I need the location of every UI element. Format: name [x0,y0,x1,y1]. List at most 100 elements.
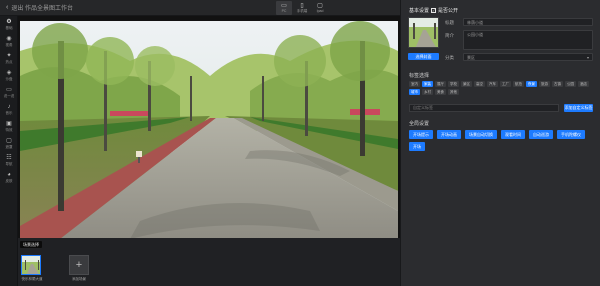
global-settings-title: 全局设置 [409,121,430,127]
share-label: 是否公开 [438,8,459,14]
select-cover-button[interactable]: 选择封面 [408,53,439,60]
square-icon: ▢ [6,137,12,144]
name-label: 标题 [445,20,454,25]
nav-label: 热点 [5,59,13,64]
add-scene-button[interactable]: + [69,255,89,275]
global-setting-button[interactable]: 观看时间 [501,130,525,139]
name-input[interactable]: 林荫小道 [463,18,593,26]
category-select[interactable]: 景区 ▾ [463,53,593,61]
device-switcher: ▭ PC ▯ 手机端 ▢ Ipad [276,1,328,15]
device-pc[interactable]: ▭ PC [276,1,292,15]
tag-chip[interactable]: 美食 [435,89,446,95]
scene-label: 快乐林荫大道 [21,277,43,281]
tag-chip[interactable]: 古镇 [552,81,563,87]
nav-label: 导航 [5,161,13,166]
device-mobile[interactable]: ▯ 手机端 [294,1,310,15]
nav-label: 说一说 [3,93,15,98]
nav-navigation[interactable]: ☷ 导航 [0,152,18,169]
nav-label: 沙盘 [5,76,13,81]
cover-image [408,17,439,48]
nav-label: 音乐 [5,110,13,115]
tag-chip[interactable]: 学校 [448,81,459,87]
global-setting-button[interactable]: 手机陀螺仪 [557,130,585,139]
nav-effects[interactable]: ▣ 特效 [0,118,18,135]
device-label: PC [281,8,287,13]
global-setting-button[interactable]: 自动巡游 [529,130,553,139]
palette-icon: ◕ [7,171,11,178]
chevron-down-icon: ▾ [586,55,589,60]
tag-chips: 室内 家装 展厅 学校 景区 高空 汽车 工厂 航拍 夜景 旅游 古镇 公园 酒… [409,81,599,95]
panorama-viewport[interactable] [20,21,398,239]
workspace-title: 退出 作品全景图工作台 [11,6,74,12]
device-pad[interactable]: ▢ Ipad [312,1,328,15]
tree-icon: ☷ [6,154,12,161]
global-setting-button[interactable]: 开场提示 [409,130,433,139]
tag-chip[interactable]: 公园 [565,81,576,87]
tag-chip[interactable]: 汽车 [487,81,498,87]
device-label: 手机端 [296,8,308,13]
nav-basic[interactable]: ⚙ 基础 [0,16,18,33]
music-icon: ♪ [7,103,11,110]
nav-label: 遮罩 [5,144,13,149]
hotspot-icon: ✦ [6,52,12,59]
tag-chip[interactable]: 其他 [448,89,459,95]
tag-chip[interactable]: 夜景 [526,81,537,87]
left-toolbar: ⚙ 基础 ◉ 视角 ✦ 热点 ◈ 沙盘 ▭ 说一说 ♪ 音乐 ▣ 特效 ▢ 遮罩 [0,16,18,286]
panorama-stage [18,16,400,239]
panorama-image [20,21,398,239]
tag-chip[interactable]: 景区 [461,81,472,87]
tag-chip[interactable]: 高空 [474,81,485,87]
tag-chip[interactable]: 旅游 [539,81,550,87]
scene-thumbnail[interactable] [21,255,41,275]
editor-app: ‹ 退出 作品全景图工作台 ▭ PC ▯ 手机端 ▢ Ipad ⚙ 基础 ◉ 视… [0,0,600,286]
tag-chip[interactable]: 乡村 [422,89,433,95]
tag-chip[interactable]: 工厂 [500,81,511,87]
desc-label: 简介 [445,33,454,38]
nav-sandtable[interactable]: ◈ 沙盘 [0,67,18,84]
scene-thumbnail-image [22,256,40,274]
tag-chip[interactable]: 展厅 [435,81,446,87]
tag-chip[interactable]: 航拍 [513,81,524,87]
tag-chip[interactable]: 室内 [409,81,420,87]
scene-select-tag: 场景选择 [20,241,42,248]
gear-icon: ⚙ [6,18,12,25]
add-custom-tag-button[interactable]: 添加自定义标签 [564,104,593,112]
tag-chip[interactable]: 酒店 [578,81,589,87]
image-icon: ▣ [6,120,12,127]
panel-title: 基本设置 [409,8,430,14]
category-label: 分类 [445,55,454,60]
settings-panel: 基本设置 ✓ 是否公开 选择封面 标题 林荫小道 简介 公园小道 分类 景区 ▾… [400,0,600,286]
nav-music[interactable]: ♪ 音乐 [0,101,18,118]
nav-mask[interactable]: ▢ 遮罩 [0,135,18,152]
arrow-left-icon: ‹ [6,4,9,11]
global-setting-button[interactable]: 开场 [409,142,425,151]
cover-thumbnail [409,18,438,47]
nav-label: 皮肤 [5,178,13,183]
device-label: Ipad [316,8,324,13]
nav-hotspot[interactable]: ✦ 热点 [0,50,18,67]
category-value: 景区 [467,55,475,60]
tags-title: 标签选择 [409,73,430,79]
nav-label: 特效 [5,127,13,132]
custom-tag-input[interactable]: 自定义标签 [409,104,559,112]
global-settings-buttons: 开场提示 开场动画 场景自动切换 观看时间 自动巡游 手机陀螺仪 开场 [409,130,594,151]
desc-textarea[interactable]: 公园小道 [463,30,593,50]
layers-icon: ◈ [6,69,12,76]
nav-skin[interactable]: ◕ 皮肤 [0,169,18,186]
add-scene-label: 添加场景 [72,277,86,281]
eye-icon: ◉ [6,35,12,42]
checkbox-checked-icon: ✓ [431,8,436,13]
share-toggle[interactable]: ✓ 是否公开 [431,7,458,14]
tag-chip[interactable]: 家装 [422,81,433,87]
global-setting-button[interactable]: 开场动画 [437,130,461,139]
nav-view[interactable]: ◉ 视角 [0,33,18,50]
global-setting-button[interactable]: 场景自动切换 [465,130,497,139]
back-link[interactable]: ‹ 退出 作品全景图工作台 [6,3,73,12]
scene-strip: 场景选择 快乐林荫大道 + 添加场景 [18,238,400,286]
nav-comment[interactable]: ▭ 说一说 [0,84,18,101]
chat-icon: ▭ [6,86,12,93]
nav-label: 基础 [5,25,13,30]
tag-chip[interactable]: 城市 [409,89,420,95]
nav-label: 视角 [5,42,13,47]
plus-icon: + [75,259,83,271]
